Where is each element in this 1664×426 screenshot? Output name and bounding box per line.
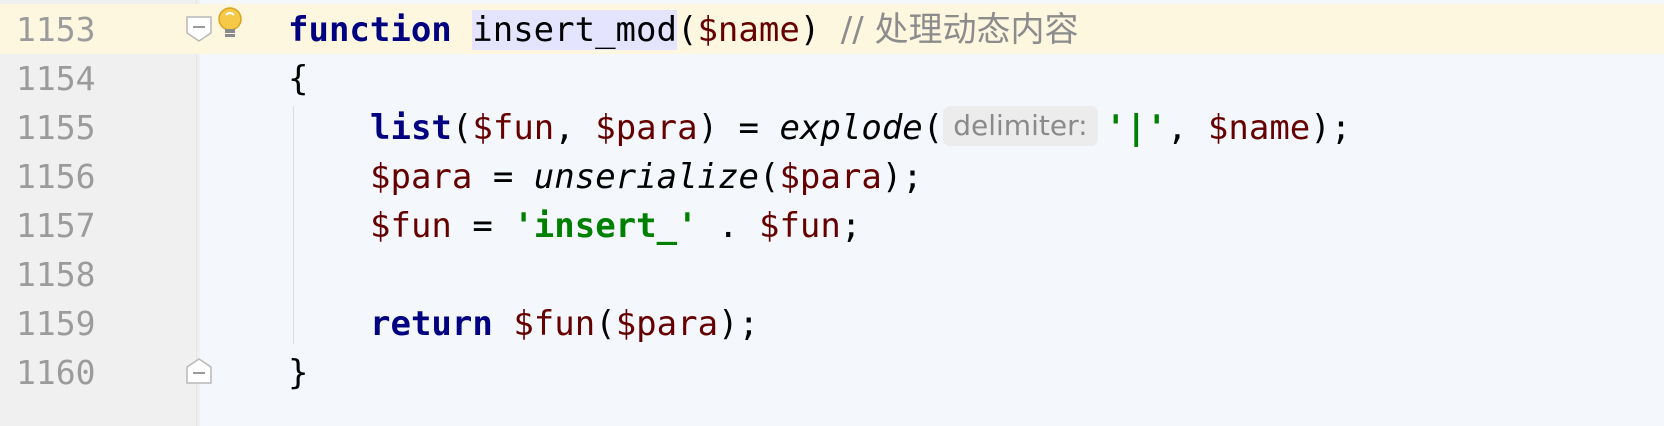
parameter-token: $name [697,10,800,50]
variable-token: $para [595,108,698,148]
line-number: 1158 [16,255,96,294]
line-number: 1160 [16,353,96,392]
variable-token: $para [615,304,719,344]
operator-token: ) = [697,108,780,148]
code-line: 1157 $fun = 'insert_' . $fun; [0,200,1664,252]
keyword-token: return [370,304,493,344]
paren-token: ( [451,108,473,148]
keyword-token: function [288,10,452,50]
variable-token: $para [370,157,473,197]
statement-end-token: ); [718,304,759,344]
variable-token: $fun [472,108,555,148]
code-line: 1156 $para = unserialize($para); [0,151,1664,203]
operator-token: = [472,157,534,197]
parameter-hint: delimiter: [943,106,1098,146]
paren-token: ) [799,10,821,50]
code-text: $para = unserialize($para); [370,151,923,203]
line-number: 1156 [16,157,96,196]
line-number: 1154 [16,59,96,98]
paren-token: ( [595,304,616,344]
variable-token: $name [1207,108,1311,148]
statement-end-token: ); [881,157,923,197]
code-text: $fun = 'insert_' . $fun; [370,200,861,252]
code-editor[interactable]: 1153 function insert_mod($name) // 处理动态内… [0,0,1664,426]
code-line: 1160 } [0,347,1664,399]
string-token: '|' [1105,108,1167,148]
code-text: list($fun, $para) = explode(delimiter: '|… [370,102,1351,154]
separator-token: , [554,108,596,148]
code-line: 1158 [0,249,1664,301]
function-call-token: unserialize [533,157,759,197]
variable-token: $fun [758,206,841,246]
line-number: 1155 [16,108,96,147]
code-text: return $fun($para); [370,298,759,350]
paren-token: ( [922,108,944,148]
keyword-token: list [370,108,452,148]
paren-token: ( [758,157,780,197]
separator-token: , [1166,108,1208,148]
paren-token: ( [676,10,698,50]
comment-token: // 处理动态内容 [840,10,1079,50]
line-number: 1159 [16,304,96,343]
code-line: 1155 list($fun, $para) = explode(delimit… [0,102,1664,154]
variable-token: $para [779,157,882,197]
code-line: 1159 return $fun($para); [0,298,1664,350]
code-line: 1154 { [0,53,1664,105]
line-number: 1157 [16,206,96,245]
brace-token: { [288,59,309,99]
function-name-token: insert_mod [472,10,677,50]
statement-end-token: ; [840,206,862,246]
brace-token: } [288,353,309,393]
operator-token: . [697,206,759,246]
code-line: 1153 function insert_mod($name) // 处理动态内… [0,4,1664,56]
statement-end-token: ); [1310,108,1352,148]
string-token: 'insert_' [513,206,698,246]
line-number: 1153 [16,10,96,49]
variable-token: $fun [370,206,452,246]
function-call-token: explode [779,108,923,148]
code-text: function insert_mod($name) // 处理动态内容 [288,4,1078,56]
variable-token: $fun [513,304,596,344]
operator-token: = [451,206,514,246]
